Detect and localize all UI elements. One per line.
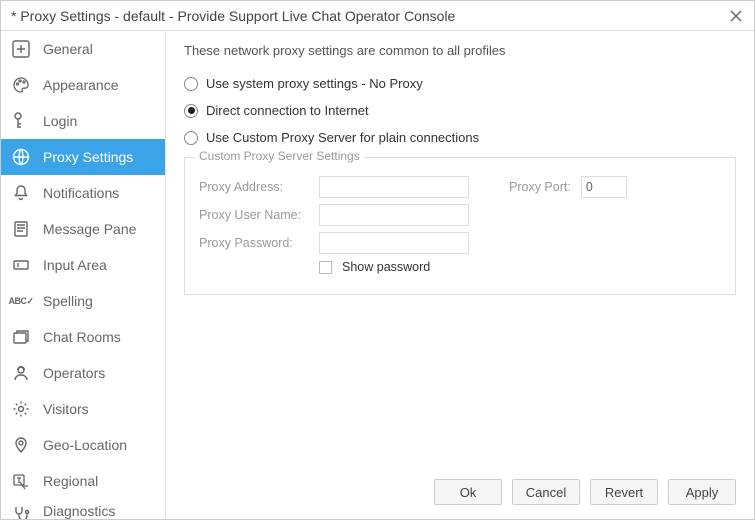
input-cursor-icon [11,255,31,275]
fieldset-legend: Custom Proxy Server Settings [195,149,364,163]
proxy-port-label: Proxy Port: [509,180,571,194]
radio-label: Direct connection to Internet [206,103,369,118]
radio-label: Use system proxy settings - No Proxy [206,76,423,91]
sidebar-item-diagnostics[interactable]: Diagnostics [1,499,165,519]
proxy-user-label: Proxy User Name: [199,208,309,222]
operator-icon [11,363,31,383]
sidebar-item-chat-rooms[interactable]: Chat Rooms [1,319,165,355]
bell-icon [11,183,31,203]
intro-text: These network proxy settings are common … [184,43,736,58]
sidebar-item-appearance[interactable]: Appearance [1,67,165,103]
sidebar-item-label: General [43,41,93,57]
row-proxy-user: Proxy User Name: [199,204,721,226]
row-show-password: Show password [319,260,721,274]
sidebar-item-general[interactable]: General [1,31,165,67]
row-proxy-address: Proxy Address: Proxy Port: [199,176,721,198]
sidebar-item-spelling[interactable]: ABC✓ Spelling [1,283,165,319]
radio-system-proxy[interactable]: Use system proxy settings - No Proxy [184,76,736,91]
sidebar-item-proxy-settings[interactable]: Proxy Settings [1,139,165,175]
sidebar-item-notifications[interactable]: Notifications [1,175,165,211]
pin-icon [11,435,31,455]
sidebar-item-geo-location[interactable]: Geo-Location [1,427,165,463]
sidebar-item-label: Login [43,113,77,129]
proxy-address-input[interactable] [319,176,469,198]
sidebar-item-label: Notifications [43,185,119,201]
radio-icon [184,131,198,145]
stethoscope-icon [11,503,31,519]
spellcheck-icon: ABC✓ [11,291,31,311]
sidebar-item-label: Regional [43,473,98,489]
sidebar-item-label: Message Pane [43,221,136,237]
palette-icon [11,75,31,95]
proxy-address-label: Proxy Address: [199,180,309,194]
show-password-checkbox[interactable] [319,261,332,274]
revert-button[interactable]: Revert [590,479,658,505]
settings-window: * Proxy Settings - default - Provide Sup… [0,0,755,520]
globe-icon [11,147,31,167]
document-icon [11,219,31,239]
custom-proxy-fieldset: Custom Proxy Server Settings Proxy Addre… [184,157,736,295]
cancel-button[interactable]: Cancel [512,479,580,505]
dialog-buttons: Ok Cancel Revert Apply [434,479,736,505]
sidebar-item-label: Diagnostics [43,503,115,519]
show-password-label: Show password [342,260,430,274]
window-body: General Appearance Login Proxy Settings [1,31,754,519]
sidebar-item-label: Chat Rooms [43,329,121,345]
proxy-port-input[interactable] [581,176,627,198]
sidebar-item-input-area[interactable]: Input Area [1,247,165,283]
sidebar-item-visitors[interactable]: Visitors [1,391,165,427]
key-icon [11,111,31,131]
content-pane: These network proxy settings are common … [166,31,754,519]
sidebar-item-label: Input Area [43,257,107,273]
sidebar-item-label: Proxy Settings [43,149,133,165]
plus-square-icon [11,39,31,59]
sidebar-item-label: Appearance [43,77,119,93]
row-proxy-pass: Proxy Password: [199,232,721,254]
window-title: * Proxy Settings - default - Provide Sup… [11,8,455,24]
radio-custom-proxy[interactable]: Use Custom Proxy Server for plain connec… [184,130,736,145]
sidebar-item-operators[interactable]: Operators [1,355,165,391]
radio-direct-connection[interactable]: Direct connection to Internet [184,103,736,118]
ok-button[interactable]: Ok [434,479,502,505]
radio-icon [184,104,198,118]
titlebar: * Proxy Settings - default - Provide Sup… [1,1,754,31]
radio-icon [184,77,198,91]
sidebar-item-label: Visitors [43,401,89,417]
gear-icon [11,399,31,419]
tabs-icon [11,327,31,347]
sidebar-item-login[interactable]: Login [1,103,165,139]
proxy-user-input[interactable] [319,204,469,226]
proxy-pass-label: Proxy Password: [199,236,309,250]
sidebar-item-label: Spelling [43,293,93,309]
sidebar-item-label: Geo-Location [43,437,127,453]
proxy-pass-input[interactable] [319,232,469,254]
close-icon[interactable] [724,4,748,28]
radio-label: Use Custom Proxy Server for plain connec… [206,130,479,145]
sidebar: General Appearance Login Proxy Settings [1,31,166,519]
sidebar-item-label: Operators [43,365,105,381]
sidebar-item-message-pane[interactable]: Message Pane [1,211,165,247]
apply-button[interactable]: Apply [668,479,736,505]
sidebar-item-regional[interactable]: Regional [1,463,165,499]
language-icon [11,471,31,491]
